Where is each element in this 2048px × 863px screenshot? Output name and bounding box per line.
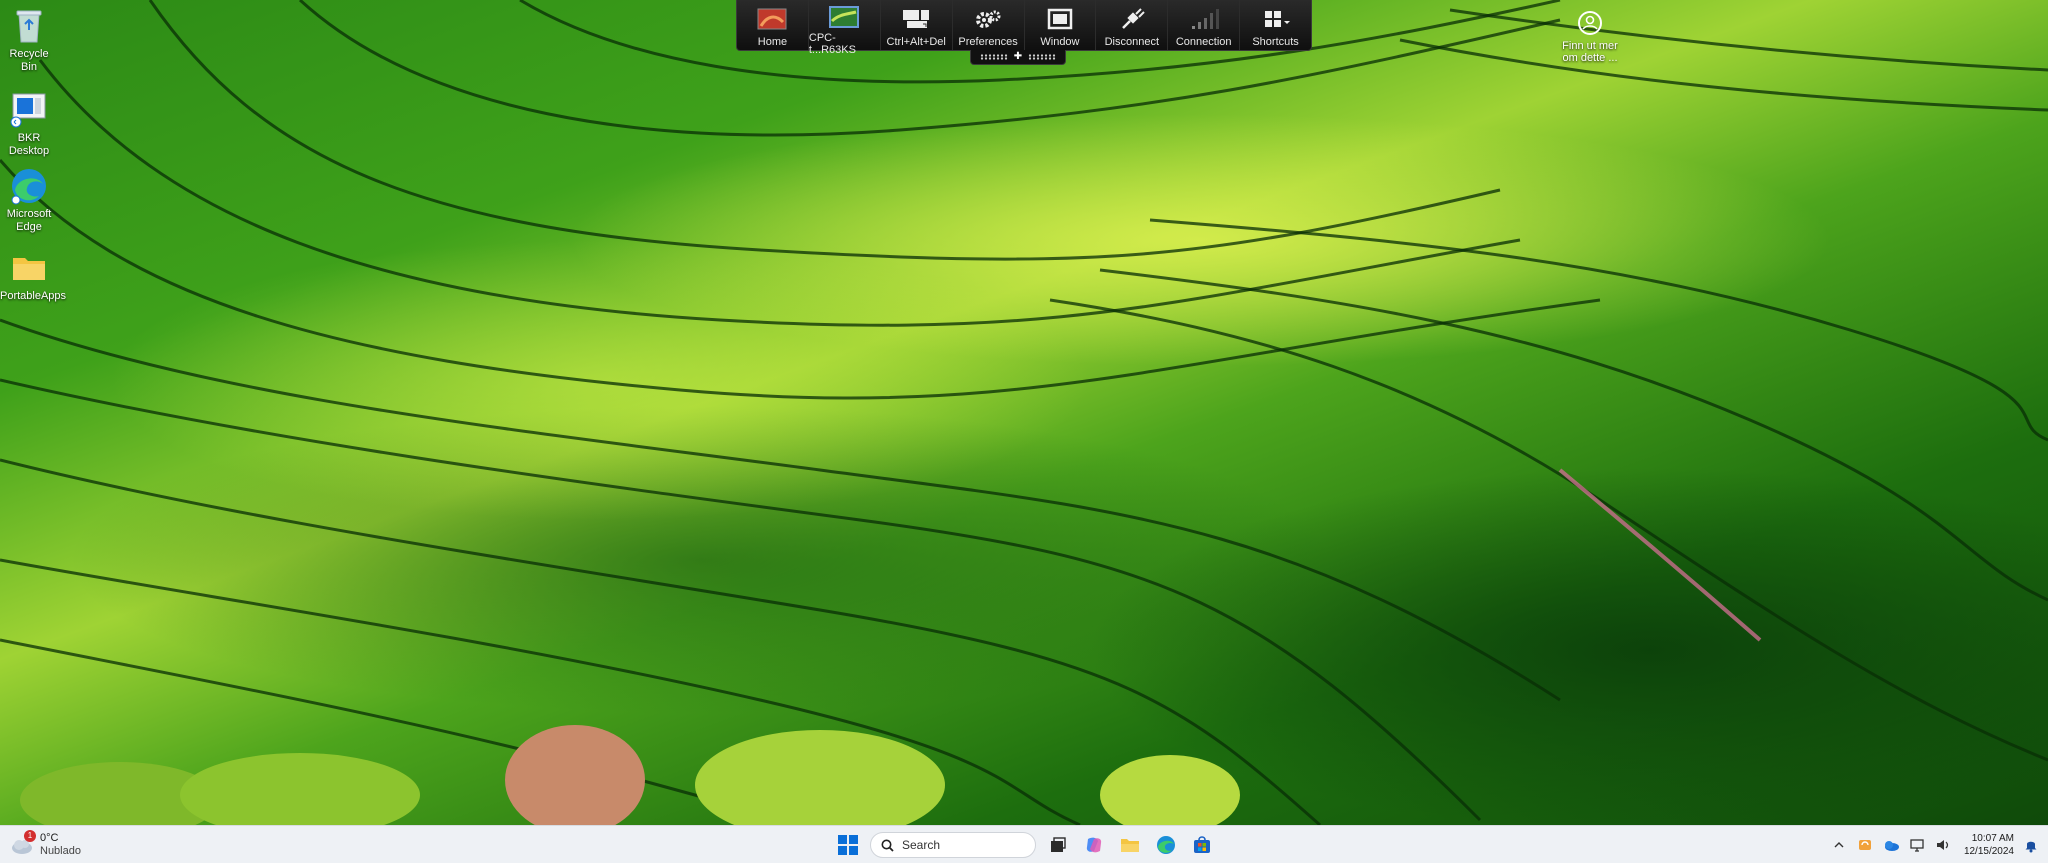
pin-icon[interactable]: ✚ <box>1014 52 1022 62</box>
task-view-icon <box>1051 837 1066 852</box>
toolbar-button-label: Disconnect <box>1104 36 1160 48</box>
signal-bars-icon <box>1189 6 1219 32</box>
toolbar-button-label: Window <box>1040 36 1080 48</box>
edge-icon <box>9 166 49 206</box>
toolbar-window-button[interactable]: Window <box>1023 0 1096 50</box>
copilot-icon <box>1086 837 1102 853</box>
edge-icon <box>1157 836 1175 854</box>
search-placeholder: Search <box>902 838 941 852</box>
wallpaper-field-lines <box>0 0 2048 825</box>
keyboard-icon <box>901 6 931 32</box>
desktop-icon-portableapps[interactable]: PortableApps <box>0 248 67 303</box>
desktop-icon-bkr-desktop[interactable]: BKR Desktop <box>0 90 58 158</box>
clock-time: 10:07 AM <box>1971 833 2014 844</box>
disconnect-icon <box>1117 6 1147 32</box>
cloud-icon: 1 <box>10 830 36 857</box>
weather-widget[interactable]: 1 0°C Nublado <box>10 830 81 860</box>
folder-icon <box>9 248 49 288</box>
task-view-button[interactable] <box>1044 831 1072 859</box>
toolbar-button-label: Home <box>757 36 788 48</box>
bkr-desktop-icon <box>9 90 49 130</box>
taskbar-search-box[interactable]: Search <box>870 832 1036 858</box>
monitor-thumbnail-icon <box>829 6 860 28</box>
taskbar-clock[interactable]: 10:07 AM 12/15/2024 <box>1964 832 2014 858</box>
chevron-up-icon[interactable] <box>1830 836 1848 854</box>
remote-session-toolbar: Home CPC-t...R63KS Ctrl+Alt+Del Preferen… <box>736 0 1312 56</box>
toolbar-button-label: Ctrl+Alt+Del <box>886 36 946 48</box>
gear-icon <box>973 6 1003 32</box>
onedrive-icon[interactable] <box>1882 836 1900 854</box>
desktop-icon-label: Recycle Bin <box>9 48 49 73</box>
toolbar-button-label: CPC-t...R63KS <box>808 32 856 56</box>
toolbar-drag-handle[interactable]: ✚ <box>970 50 1066 65</box>
taskbar: 1 0°C Nublado Search 10:07 AM 12/15/2024 <box>0 825 2048 863</box>
camera-circle-icon <box>1577 10 1603 36</box>
grid-icon <box>1261 6 1291 32</box>
toolbar-disconnect-button[interactable]: Disconnect <box>1095 0 1167 50</box>
toolbar-connection-button[interactable]: Connection <box>1167 0 1239 50</box>
sync-icon[interactable] <box>1856 836 1874 854</box>
weather-alert-badge: 1 <box>24 830 36 842</box>
toolbar-session-button[interactable]: CPC-t...R63KS <box>807 0 880 56</box>
weather-temperature: 0°C <box>40 832 59 844</box>
desktop-wallpaper <box>0 0 2048 825</box>
windows-logo-icon <box>838 835 858 855</box>
learn-more-shortcut[interactable]: Finn ut mer om dette ... <box>1560 10 1620 64</box>
learn-more-label: Finn ut mer om dette ... <box>1562 40 1618 64</box>
desktop-icon-microsoft-edge[interactable]: Microsoft Edge <box>0 166 58 234</box>
clock-date: 12/15/2024 <box>1963 846 2014 857</box>
grip-dots-icon <box>979 54 1008 60</box>
network-icon[interactable] <box>1908 836 1926 854</box>
start-button[interactable] <box>834 831 862 859</box>
notification-bell-icon[interactable] <box>2022 836 2040 854</box>
toolbar-button-label: Shortcuts <box>1252 36 1299 48</box>
store-button[interactable] <box>1188 831 1216 859</box>
toolbar-home-button[interactable]: Home <box>737 0 808 50</box>
store-icon <box>1194 836 1210 853</box>
folder-icon <box>1121 839 1139 852</box>
weather-condition: Nublado <box>40 845 81 857</box>
desktop-icon-recycle-bin[interactable]: Recycle Bin <box>0 6 58 74</box>
search-icon <box>881 839 894 852</box>
system-tray: 10:07 AM 12/15/2024 <box>1830 830 2040 860</box>
toolbar-preferences-button[interactable]: Preferences <box>951 0 1024 50</box>
volume-icon[interactable] <box>1934 836 1952 854</box>
toolbar-button-label: Preferences <box>958 36 1018 48</box>
desktop-icon-label: Microsoft Edge <box>6 208 52 233</box>
edge-taskbar-button[interactable] <box>1152 831 1180 859</box>
toolbar-shortcuts-button[interactable]: Shortcuts <box>1239 0 1311 50</box>
home-icon <box>757 6 787 32</box>
window-icon <box>1045 6 1075 32</box>
recycle-bin-icon <box>9 6 49 46</box>
desktop-icon-label: PortableApps <box>0 290 67 302</box>
taskbar-center-apps: Search <box>834 829 1216 861</box>
file-explorer-button[interactable] <box>1116 831 1144 859</box>
desktop-icon-label: BKR Desktop <box>8 132 50 157</box>
grip-dots-icon <box>1028 54 1057 60</box>
toolbar-ctrl-alt-del-button[interactable]: Ctrl+Alt+Del <box>879 0 952 50</box>
toolbar-button-label: Connection <box>1175 36 1232 48</box>
copilot-button[interactable] <box>1080 831 1108 859</box>
